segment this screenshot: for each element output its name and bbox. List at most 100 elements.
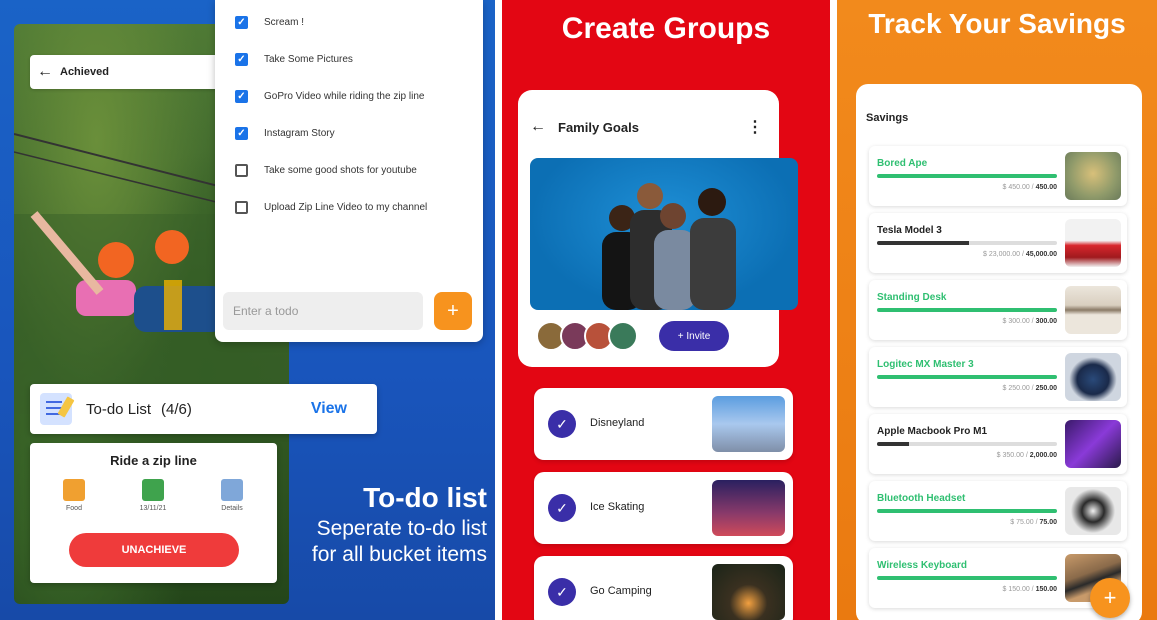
savings-progress [877, 442, 1057, 446]
savings-item-image [1065, 219, 1121, 267]
savings-amount: $ 75.00 / 75.00 [1010, 519, 1057, 526]
checkbox-checked-icon[interactable]: ✓ [235, 15, 248, 29]
todo-item[interactable]: Take some good shots for youtube [235, 160, 417, 180]
savings-item-name: Standing Desk [877, 292, 947, 303]
savings-item[interactable]: Apple Macbook Pro M1 $ 350.00 / 2,000.00 [869, 414, 1127, 474]
notepad-icon [40, 393, 72, 425]
group-goal-item[interactable]: ✓ Ice Skating [534, 472, 793, 544]
todo-label: Upload Zip Line Video to my channel [264, 201, 428, 213]
member-avatars[interactable] [536, 321, 638, 351]
check-circle-icon[interactable]: ✓ [548, 494, 576, 522]
todo-label: Take some good shots for youtube [264, 164, 417, 176]
savings-item[interactable]: Bluetooth Headset $ 75.00 / 75.00 [869, 481, 1127, 541]
savings-item[interactable]: Logitec MX Master 3 $ 250.00 / 250.00 [869, 347, 1127, 407]
savings-progress [877, 174, 1057, 178]
savings-amount: $ 300.00 / 300.00 [1002, 318, 1057, 325]
view-button[interactable]: View [311, 400, 347, 418]
back-arrow-icon[interactable]: ← [30, 63, 60, 81]
group-photo [530, 158, 798, 310]
checkbox-unchecked-icon[interactable] [235, 200, 248, 214]
details-caption: Details [221, 505, 243, 512]
todo-label: Take Some Pictures [264, 53, 353, 65]
savings-item-image [1065, 353, 1121, 401]
savings-item-name: Bluetooth Headset [877, 493, 966, 504]
savings-item[interactable]: Standing Desk $ 300.00 / 300.00 [869, 280, 1127, 340]
savings-title: Savings [866, 112, 909, 124]
savings-progress [877, 308, 1057, 312]
food-caption: Food [66, 505, 82, 512]
group-goal-item[interactable]: ✓ Go Camping [534, 556, 793, 620]
food-icon [63, 479, 85, 501]
calendar-icon [142, 479, 164, 501]
savings-amount: $ 23,000.00 / 45,000.00 [983, 251, 1057, 258]
achieved-header: ← Achieved [30, 55, 230, 89]
savings-amount: $ 150.00 / 150.00 [1002, 586, 1057, 593]
more-vert-icon[interactable]: ⋮ [747, 117, 763, 137]
promo-heading: To-do list [363, 482, 487, 513]
savings-item[interactable]: Bored Ape $ 450.00 / 450.00 [869, 146, 1127, 206]
savings-item-name: Apple Macbook Pro M1 [877, 426, 988, 437]
goal-thumbnail [712, 564, 785, 620]
achieved-title: Achieved [60, 66, 109, 78]
todo-list-bar[interactable]: To-do List (4/6) View [30, 384, 377, 434]
savings-item-name: Bored Ape [877, 158, 928, 169]
savings-amount: $ 450.00 / 450.00 [1002, 184, 1057, 191]
group-goal-item[interactable]: ✓ Disneyland [534, 388, 793, 460]
savings-amount: $ 250.00 / 250.00 [1002, 385, 1057, 392]
todo-card: ✓ Scream ! ✓ Take Some Pictures ✓ GoPro … [215, 0, 483, 342]
group-header: ← Family Goals ⋮ [518, 112, 779, 142]
savings-progress [877, 509, 1057, 513]
todo-label: Instagram Story [264, 127, 335, 139]
back-arrow-icon[interactable]: ← [518, 118, 558, 136]
date-item[interactable]: 13/11/21 [123, 479, 183, 512]
todo-item[interactable]: ✓ GoPro Video while riding the zip line [235, 86, 424, 106]
checkbox-checked-icon[interactable]: ✓ [235, 126, 248, 140]
savings-amount: $ 350.00 / 2,000.00 [996, 452, 1057, 459]
savings-progress [877, 241, 1057, 245]
bucket-item-title: Ride a zip line [110, 453, 197, 468]
savings-progress [877, 576, 1057, 580]
unachieve-button[interactable]: UNACHIEVE [69, 533, 239, 567]
promo-heading: Create Groups [561, 12, 771, 45]
savings-item-image [1065, 420, 1121, 468]
checkbox-unchecked-icon[interactable] [235, 163, 248, 177]
checkbox-checked-icon[interactable]: ✓ [235, 52, 248, 66]
savings-item-name: Logitec MX Master 3 [877, 359, 974, 370]
group-card: ← Family Goals ⋮ + Invite [518, 90, 798, 367]
todo-item[interactable]: Upload Zip Line Video to my channel [235, 197, 427, 217]
savings-item-image [1065, 152, 1121, 200]
savings-item-name: Wireless Keyboard [877, 560, 967, 571]
todo-item[interactable]: ✓ Instagram Story [235, 123, 335, 143]
check-circle-icon[interactable]: ✓ [548, 578, 576, 606]
todo-item[interactable]: ✓ Take Some Pictures [235, 49, 353, 69]
todo-promo-panel: ← Achieved ✓ Scream ! ✓ Take Some Pictur… [0, 0, 495, 620]
details-item[interactable]: Details [202, 479, 262, 512]
add-savings-button[interactable]: + [1090, 578, 1130, 618]
todo-label: GoPro Video while riding the zip line [264, 90, 425, 102]
date-caption: 13/11/21 [139, 505, 167, 512]
savings-item[interactable]: Tesla Model 3 $ 23,000.00 / 45,000.00 [869, 213, 1127, 273]
goal-label: Ice Skating [590, 501, 645, 513]
add-todo-button[interactable]: + [434, 292, 472, 330]
savings-item[interactable]: Wireless Keyboard $ 150.00 / 150.00 [869, 548, 1127, 608]
savings-item-name: Tesla Model 3 [877, 225, 942, 236]
checkbox-checked-icon[interactable]: ✓ [235, 89, 248, 103]
promo-heading: Track Your Savings [868, 8, 1126, 39]
check-circle-icon[interactable]: ✓ [548, 410, 576, 438]
savings-promo-panel: Track Your Savings Savings Bored Ape $ 4… [837, 0, 1157, 620]
todo-list-title: To-do List [86, 400, 152, 418]
goal-thumbnail [712, 396, 785, 452]
bucket-item-card: Ride a zip line Food 13/11/21 Details UN… [30, 443, 277, 583]
details-icon [221, 479, 243, 501]
goal-label: Go Camping [590, 585, 652, 597]
group-title: Family Goals [558, 119, 639, 135]
food-item[interactable]: Food [44, 479, 104, 512]
savings-progress [877, 375, 1057, 379]
todo-input[interactable]: Enter a todo [223, 292, 423, 330]
goal-label: Disneyland [590, 417, 645, 429]
todo-label: Scream ! [264, 16, 305, 28]
avatar[interactable] [608, 321, 638, 351]
todo-item[interactable]: ✓ Scream ! [235, 12, 304, 32]
invite-button[interactable]: + Invite [659, 321, 729, 351]
groups-promo-panel: Create Groups ← Family Goals ⋮ + Invite … [502, 0, 830, 620]
